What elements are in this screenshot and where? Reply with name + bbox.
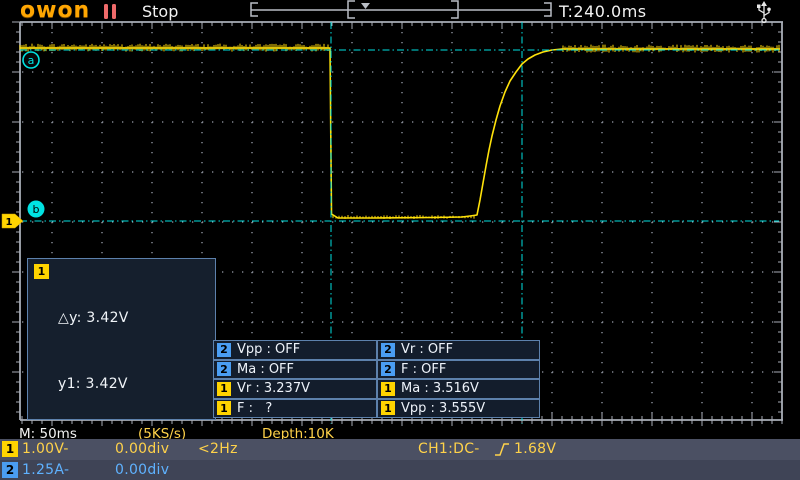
pause-bar-left xyxy=(104,4,108,19)
cursor-channel-badge: 1 xyxy=(34,264,49,279)
measure-text: Vpp : OFF xyxy=(237,342,300,357)
ch2-scale-label: 1.25A- xyxy=(22,462,69,478)
ch1-frequency-label: <2Hz xyxy=(198,441,238,457)
measure-ch1-ma[interactable]: 1 Ma : 3.516V xyxy=(377,379,540,399)
ch2-badge: 2 xyxy=(217,343,231,357)
measure-ch2-vr[interactable]: 2 Vr : OFF xyxy=(377,340,540,360)
measurement-panel: 2Vpp : OFF 2Vr : OFF 2Ma : OFF 2F : OFF … xyxy=(213,340,540,418)
ch2-badge: 2 xyxy=(217,362,231,376)
measure-ch1-vpp[interactable]: 1 Vpp : 3.555V xyxy=(377,399,540,419)
ch1-badge: 1 xyxy=(217,401,231,415)
trigger-coupling-label: CH1:DC- xyxy=(418,441,480,457)
ch1-position-label: 1 xyxy=(6,217,13,228)
measure-ch1-f[interactable]: 1 F : ? xyxy=(213,399,377,419)
record-window-indicator xyxy=(250,0,555,20)
usb-icon xyxy=(754,0,774,24)
ch1-offset-label: 0.00div xyxy=(115,441,169,457)
measure-text: Ma : 3.516V xyxy=(401,381,479,396)
cursor-readout-panel: 1 △y: 3.42V y1: 3.42V y2: 0.0mV △x: 0.19… xyxy=(27,258,216,420)
rising-edge-icon xyxy=(493,442,511,457)
measure-ch2-vpp[interactable]: 2 Vpp : OFF xyxy=(213,340,377,360)
trigger-position-marker-icon xyxy=(361,3,370,9)
measure-ch2-f[interactable]: 2 F : OFF xyxy=(377,360,540,380)
ch1-scale-label: 1.00V- xyxy=(22,441,69,457)
pause-bar-right xyxy=(112,4,116,19)
owon-logo: owon xyxy=(20,0,90,23)
trigger-time-label: T:240.0ms xyxy=(559,2,647,21)
ch2-offset-label: 0.00div xyxy=(115,462,169,478)
cursor-y1-value: y1: 3.42V xyxy=(58,373,151,395)
acquisition-state-label: Stop xyxy=(142,2,178,21)
measure-ch2-ma[interactable]: 2 Ma : OFF xyxy=(213,360,377,380)
ch1-badge: 1 xyxy=(217,382,231,396)
measure-text: Vr : 3.237V xyxy=(237,381,310,396)
measure-text: Vr : OFF xyxy=(401,342,453,357)
ch2-badge: 2 xyxy=(2,462,18,478)
measure-text: Ma : OFF xyxy=(237,362,294,377)
measure-text: F : OFF xyxy=(401,362,446,377)
waveform-noise xyxy=(20,44,779,219)
ch2-badge: 2 xyxy=(381,343,395,357)
ch1-info-row[interactable]: 1 1.00V- 0.00div <2Hz CH1:DC- 1.68V xyxy=(0,439,800,460)
waveform-trace-ch1 xyxy=(20,48,780,218)
ch1-badge: 1 xyxy=(381,382,395,396)
trigger-level-label: 1.68V xyxy=(514,441,556,457)
measure-text: Vpp : 3.555V xyxy=(401,401,485,416)
ch2-badge: 2 xyxy=(381,362,395,376)
ch1-badge: 1 xyxy=(2,441,18,457)
oscilloscope-screen: owon Stop T:240.0ms a b 1 1 △y: 3.42V y1: … xyxy=(0,0,800,480)
cursor-dy-value: △y: 3.42V xyxy=(58,307,151,329)
ch2-info-row[interactable]: 2 1.25A- 0.00div xyxy=(0,460,800,480)
measure-text: F : ? xyxy=(237,401,272,416)
ch1-badge: 1 xyxy=(381,401,395,415)
measure-ch1-vr[interactable]: 1 Vr : 3.237V xyxy=(213,379,377,399)
cursor-b-label: b xyxy=(33,203,40,216)
cursor-a-label: a xyxy=(28,54,35,67)
